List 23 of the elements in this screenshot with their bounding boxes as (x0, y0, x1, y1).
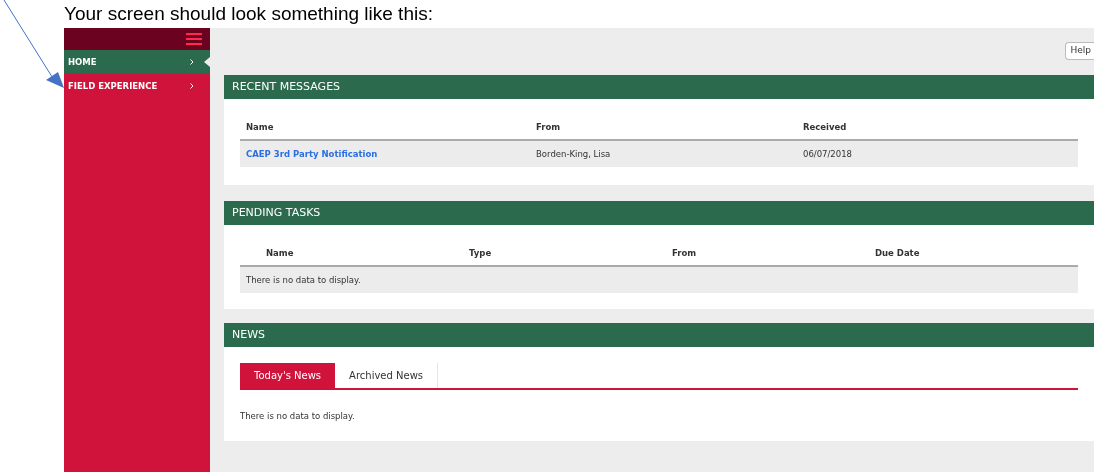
column-header: Due Date (875, 246, 921, 260)
empty-message: There is no data to display. (246, 273, 361, 287)
column-header: Received (803, 120, 848, 134)
column-header: From (536, 120, 562, 134)
column-header: Type (469, 246, 493, 260)
chevron-right-icon (190, 83, 194, 89)
column-header: Name (266, 246, 295, 260)
news-tab[interactable]: Today's News (240, 363, 336, 388)
panel-header: NEWS (224, 323, 1094, 347)
table-cell-text: Borden-King, Lisa (536, 147, 612, 161)
menu-icon[interactable] (186, 33, 202, 45)
column-header: Name (246, 120, 275, 134)
help-button[interactable]: Help (1065, 42, 1094, 60)
panel-header: RECENT MESSAGES (224, 75, 1094, 99)
message-link[interactable]: CAEP 3rd Party Notification (246, 148, 378, 159)
sidebar-item[interactable]: HOME (64, 50, 210, 74)
arrow-icon (2, 0, 64, 90)
empty-message: There is no data to display. (240, 411, 355, 421)
table-cell-text: 06/07/2018 (803, 147, 853, 161)
chevron-right-icon (190, 59, 194, 65)
column-header: From (672, 246, 698, 260)
panel-header: PENDING TASKS (224, 201, 1094, 225)
caption: Your screen should look something like this: (64, 1, 433, 26)
